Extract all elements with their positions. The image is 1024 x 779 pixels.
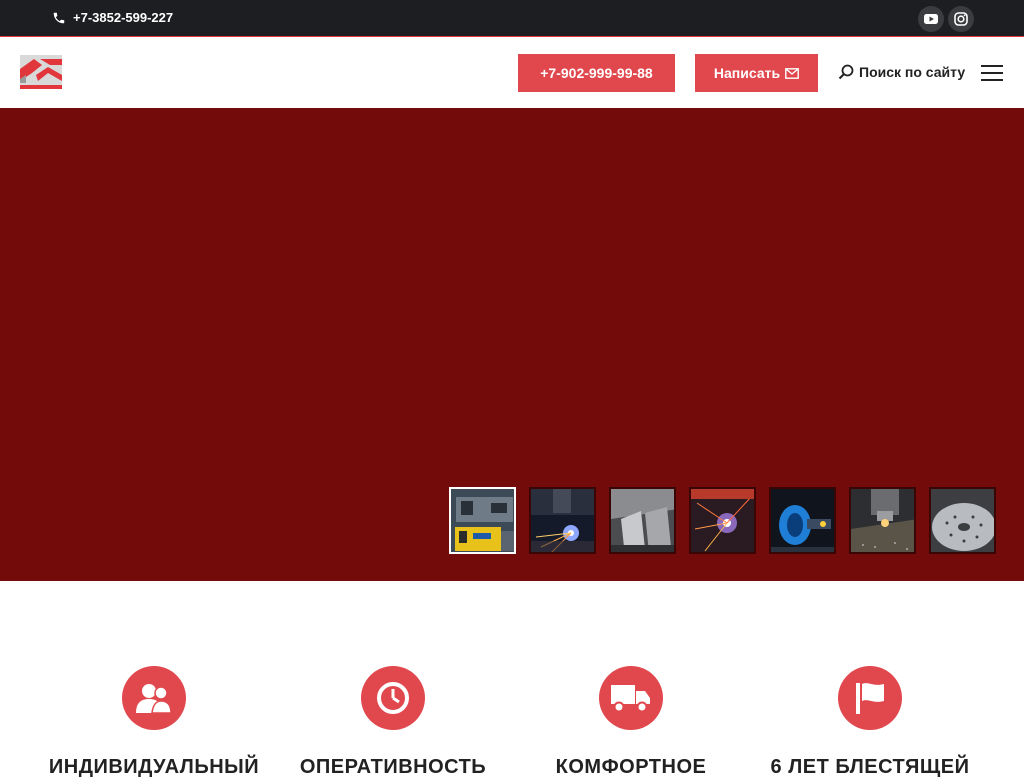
- truck-icon: [611, 685, 650, 713]
- feature-icon-wrap: [838, 666, 902, 730]
- slide-thumb-plasma[interactable]: [529, 487, 596, 554]
- write-button-label: Написать: [713, 65, 781, 81]
- slide-thumb-disc[interactable]: [929, 487, 996, 554]
- feature-experience: 6 ЛЕТ БЛЕСТЯЩЕЙ: [750, 666, 990, 779]
- feature-speed: ОПЕРАТИВНОСТЬ: [273, 666, 513, 779]
- features-section: ИНДИВИДУАЛЬНЫЙ ОПЕРАТИВНОСТЬ КОМФОРТНОЕ …: [0, 581, 1024, 778]
- feature-icon-wrap: [599, 666, 663, 730]
- feature-icon-wrap: [361, 666, 425, 730]
- slide-thumb-bending[interactable]: [609, 487, 676, 554]
- slide-thumb-welding[interactable]: [689, 487, 756, 554]
- company-logo[interactable]: [20, 55, 62, 89]
- top-phone-text: +7-3852-599-227: [73, 10, 174, 25]
- clock-icon: [377, 682, 409, 714]
- feature-individual: ИНДИВИДУАЛЬНЫЙ: [34, 666, 274, 779]
- phone-button[interactable]: +7-902-999-99-88: [518, 54, 675, 92]
- slide-thumb-laser[interactable]: [769, 487, 836, 554]
- write-button[interactable]: Написать: [695, 54, 818, 92]
- search-icon: [838, 64, 854, 80]
- hero-slider: [0, 108, 1024, 581]
- menu-burger-icon[interactable]: [981, 65, 1003, 81]
- search-button[interactable]: Поиск по сайту: [838, 64, 965, 80]
- slide-thumb-drilling[interactable]: [849, 487, 916, 554]
- search-label: Поиск по сайту: [859, 64, 966, 80]
- youtube-icon: [924, 14, 938, 24]
- instagram-icon: [954, 12, 968, 26]
- feature-comfort: КОМФОРТНОЕ: [511, 666, 751, 779]
- phone-button-label: +7-902-999-99-88: [540, 65, 653, 81]
- envelope-icon: [785, 67, 799, 79]
- top-bar: +7-3852-599-227: [0, 0, 1024, 37]
- youtube-link[interactable]: [918, 6, 944, 32]
- feature-icon-wrap: [122, 666, 186, 730]
- phone-icon: [53, 12, 65, 23]
- person-icon: [136, 684, 172, 714]
- top-phone[interactable]: +7-3852-599-227: [52, 10, 173, 25]
- instagram-link[interactable]: [948, 6, 974, 32]
- slide-thumb-machine[interactable]: [449, 487, 516, 554]
- site-header: +7-902-999-99-88 Написать Поиск по сайту: [0, 37, 1024, 108]
- flag-icon: [856, 683, 884, 714]
